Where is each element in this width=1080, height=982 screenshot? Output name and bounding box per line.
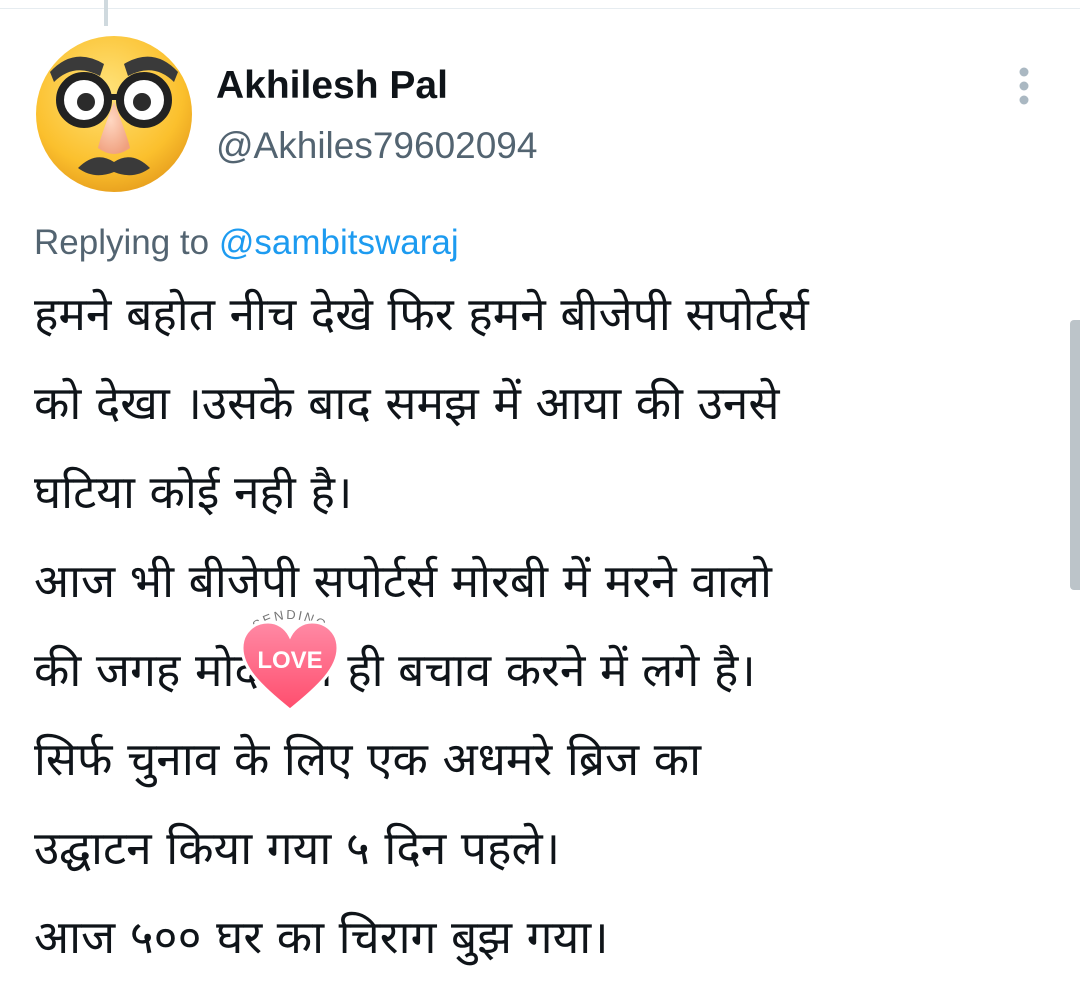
tweet-text-line: को देखा ।उसके बाद समझ में आया की उनसे xyxy=(34,376,780,430)
reply-context: Replying to @sambitswaraj xyxy=(34,219,459,267)
tweet-text: हमने बहोत नीच देखे फिर हमने बीजेपी सपोर्… xyxy=(34,270,1044,982)
reply-mention-link[interactable]: @sambitswaraj xyxy=(219,223,459,262)
author-handle[interactable]: @Akhiles79602094 xyxy=(216,122,537,170)
avatar[interactable] xyxy=(30,28,198,196)
more-options-button[interactable] xyxy=(1004,62,1044,110)
tweet-text-line: उद्घाटन किया गया ५ दिन पहले। xyxy=(34,821,561,875)
top-divider xyxy=(0,0,1080,9)
more-vertical-icon xyxy=(1019,67,1029,105)
tweet-text-line: सिर्फ चुनाव के लिए एक अधमरे ब्रिज का xyxy=(34,732,702,786)
thread-connector-line xyxy=(104,0,108,26)
tweet-text-line: की जगह मोदी का ही बचाव करने में लगे है। xyxy=(34,643,756,697)
author-display-name[interactable]: Akhilesh Pal xyxy=(216,62,448,110)
heart-icon: SENDING LOVE xyxy=(240,607,340,712)
reply-prefix: Replying to xyxy=(34,223,210,262)
sticker-heart-text: LOVE xyxy=(257,647,322,674)
scrollbar-thumb[interactable] xyxy=(1070,320,1080,590)
love-sticker: SENDING LOVE xyxy=(236,602,344,714)
tweet-text-line: हमने बहोत नीच देखे फिर हमने बीजेपी सपोर्… xyxy=(34,287,809,341)
tweet-text-line: घटिया कोई नही है। xyxy=(34,465,353,519)
disguise-face-icon xyxy=(36,36,192,192)
tweet-text-line: आज भी बीजेपी सपोर्टर्स मोरबी में मरने वा… xyxy=(34,554,772,608)
tweet-text-line: आज ५०० घर का चिराग बुझ गया। xyxy=(34,910,609,964)
